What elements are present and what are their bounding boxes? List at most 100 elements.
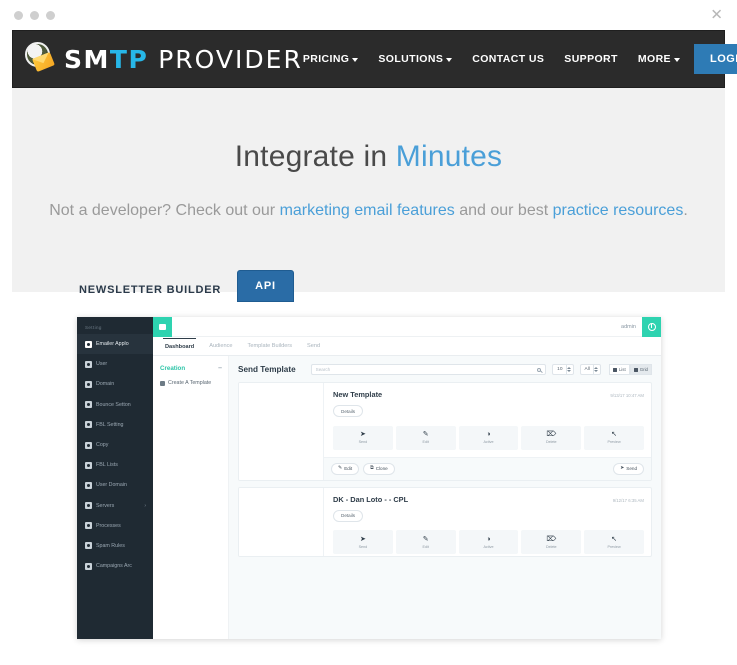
action-delete[interactable]: ⌦ Delete (521, 425, 582, 450)
action-edit-label: Edit (422, 544, 429, 549)
page-size-value: 10 (557, 367, 563, 372)
content-title: Send Template (238, 365, 296, 374)
search-placeholder: Search (315, 367, 331, 372)
server-icon (85, 502, 92, 510)
pencil-icon: ✎ (338, 465, 343, 471)
footer-edit-button[interactable]: ✎ Edit (331, 462, 360, 475)
action-preview-label: Preview (607, 544, 621, 549)
collapse-icon[interactable]: – (218, 365, 222, 372)
tab-template-builders[interactable]: Template Builders (246, 339, 294, 353)
action-send-label: Send (358, 440, 368, 444)
send-icon: ➤ (359, 431, 366, 438)
hamburger-icon[interactable] (153, 317, 172, 337)
nav-item-more-label: MORE (637, 53, 671, 65)
action-edit[interactable]: ✎ Edit (395, 530, 456, 554)
power-icon[interactable] (642, 317, 661, 337)
nav-links: PRICING SOLUTIONS CONTACT US SUPPORT MOR… (303, 53, 680, 65)
action-edit-label: Edit (422, 440, 429, 444)
action-preview[interactable]: ↖ Preview (584, 425, 644, 450)
action-preview[interactable]: ↖ Preview (584, 530, 644, 554)
sidebar-item-processes[interactable]: Processes (77, 516, 153, 536)
feature-tabs-container: NEWSLETTER BUILDER API (12, 248, 725, 302)
campaigns-icon (85, 562, 92, 570)
list-view-icon (612, 367, 617, 372)
nav-item-solutions[interactable]: SOLUTIONS (378, 53, 453, 65)
action-active[interactable]: ◑ Active (458, 425, 519, 450)
nav-item-contact-us[interactable]: CONTACT US (472, 53, 544, 65)
sidebar-item-label: Spam Rules (96, 542, 125, 549)
sidebar-item-spam-rules[interactable]: Spam Rules (77, 536, 153, 556)
tab-send[interactable]: Send (305, 339, 322, 353)
cursor-icon: ↖ (611, 535, 618, 543)
creation-panel: Creation – Create A Template (153, 356, 229, 639)
sidebar-item-bounce-setton[interactable]: Bounce Setton (77, 395, 153, 415)
nav-item-pricing[interactable]: PRICING (303, 53, 359, 65)
sidebar-item-campaigns-arc[interactable]: Campaigns Arc (77, 556, 153, 576)
close-icon[interactable]: ✕ (710, 8, 723, 23)
sidebar-item-label: Domain (96, 381, 115, 388)
sidebar-item-label: FBL Setting (96, 421, 124, 428)
footer-clone-button[interactable]: ⧉ Clone (363, 462, 395, 475)
sidebar-item-copy[interactable]: Copy (77, 435, 153, 455)
hero-sub-c: . (683, 202, 688, 219)
tab-api[interactable]: API (237, 270, 294, 302)
marketing-email-features-link[interactable]: marketing email features (280, 202, 455, 219)
action-send[interactable]: ➤ Send (333, 530, 393, 554)
sidebar-item-fbl-setting[interactable]: FBL Setting (77, 415, 153, 435)
window-dot-maximize[interactable] (46, 10, 55, 20)
login-button[interactable]: LOGIN (693, 44, 737, 74)
nav-item-more[interactable]: MORE (638, 53, 680, 65)
action-delete[interactable]: ⌦ Delete (521, 530, 582, 554)
footer-send-button[interactable]: ➤ Send (613, 462, 644, 475)
sidebar-item-label: Emailer Applo (96, 341, 129, 348)
template-card-header: New Template 9/13/17 10:47 AM (333, 390, 644, 399)
chevron-down-icon (673, 58, 680, 62)
site-logo[interactable]: SMTP PROVIDER (23, 42, 303, 76)
sidebar-item-label: Processes (96, 522, 121, 529)
sidebar-item-user[interactable]: User (77, 354, 153, 374)
practice-resources-link[interactable]: practice resources (553, 202, 684, 219)
site-navbar: SMTP PROVIDER PRICING SOLUTIONS CONTACT … (12, 30, 737, 88)
creation-panel-header: Creation – (160, 365, 222, 380)
sidebar-item-label: Bounce Setton (96, 401, 131, 408)
search-input[interactable]: Search (310, 364, 547, 375)
stepper-icon (565, 365, 571, 374)
tab-dashboard[interactable]: Dashboard (163, 338, 197, 354)
window-dot-minimize[interactable] (30, 10, 39, 20)
action-edit[interactable]: ✎ Edit (395, 425, 456, 450)
chevron-down-icon (352, 58, 359, 62)
tab-newsletter-builder[interactable]: NEWSLETTER BUILDER (77, 278, 223, 302)
view-toggle-group: List Grid (608, 364, 652, 375)
hero-title-plain: Integrate in (234, 140, 396, 173)
content-area: Send Template Search 10 All List Grid Ne… (229, 356, 661, 639)
sidebar-item-user-domain[interactable]: User Domain (77, 475, 153, 495)
nav-item-support[interactable]: SUPPORT (564, 53, 618, 65)
chevron-down-icon (446, 58, 453, 62)
app-topbar: admin (153, 317, 661, 337)
view-toggle-grid[interactable]: Grid (629, 364, 652, 375)
list-icon (85, 461, 92, 469)
details-button[interactable]: Details (333, 405, 364, 417)
fbl-setting-icon (85, 421, 92, 429)
sidebar-item-emailer-applo[interactable]: Emailer Applo (77, 334, 153, 355)
filter-select[interactable]: All (579, 364, 601, 375)
sidebar-item-fbl-lists[interactable]: FBL Lists (77, 455, 153, 475)
details-button[interactable]: Details (333, 509, 364, 522)
hero-subtitle: Not a developer? Check out our marketing… (12, 202, 725, 220)
action-active[interactable]: ◑ Active (458, 530, 519, 554)
page-size-select[interactable]: 10 (552, 364, 574, 375)
send-icon: ➤ (359, 535, 366, 543)
hero-section: Integrate in Minutes Not a developer? Ch… (12, 88, 725, 248)
create-a-template-link[interactable]: Create A Template (160, 380, 222, 386)
window-dot-close[interactable] (14, 10, 23, 20)
user-domain-icon (85, 481, 92, 489)
action-send[interactable]: ➤ Send (333, 425, 393, 450)
sidebar-item-servers[interactable]: Servers › (77, 496, 153, 516)
footer-send-label: Send (626, 466, 637, 471)
action-delete-label: Delete (545, 440, 557, 444)
action-delete-label: Delete (545, 544, 557, 549)
tab-audience[interactable]: Audience (207, 339, 234, 353)
grid-view-icon (633, 367, 638, 372)
sidebar-item-domain[interactable]: Domain (77, 374, 153, 394)
view-toggle-list[interactable]: List (608, 364, 630, 375)
